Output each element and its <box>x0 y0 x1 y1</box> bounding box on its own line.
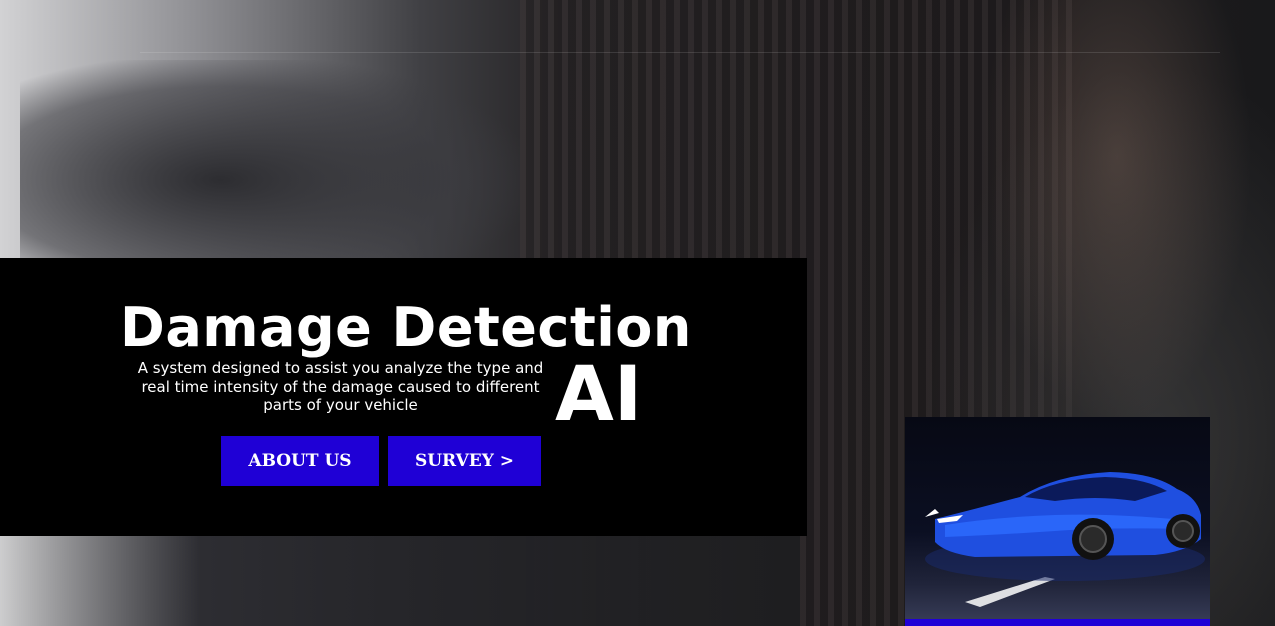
hero-description: A system designed to assist you analyze … <box>137 359 544 414</box>
about-us-button[interactable]: ABOUT US <box>221 436 379 486</box>
car-image-card <box>905 417 1210 626</box>
background-engine <box>20 60 520 260</box>
survey-button[interactable]: SURVEY > <box>388 436 541 486</box>
header-divider <box>140 52 1220 53</box>
hero-title-suffix: AI <box>555 349 643 438</box>
sports-car-image <box>925 472 1205 607</box>
background-engine-lower <box>0 536 800 626</box>
car-card-accent-bar <box>905 619 1210 626</box>
